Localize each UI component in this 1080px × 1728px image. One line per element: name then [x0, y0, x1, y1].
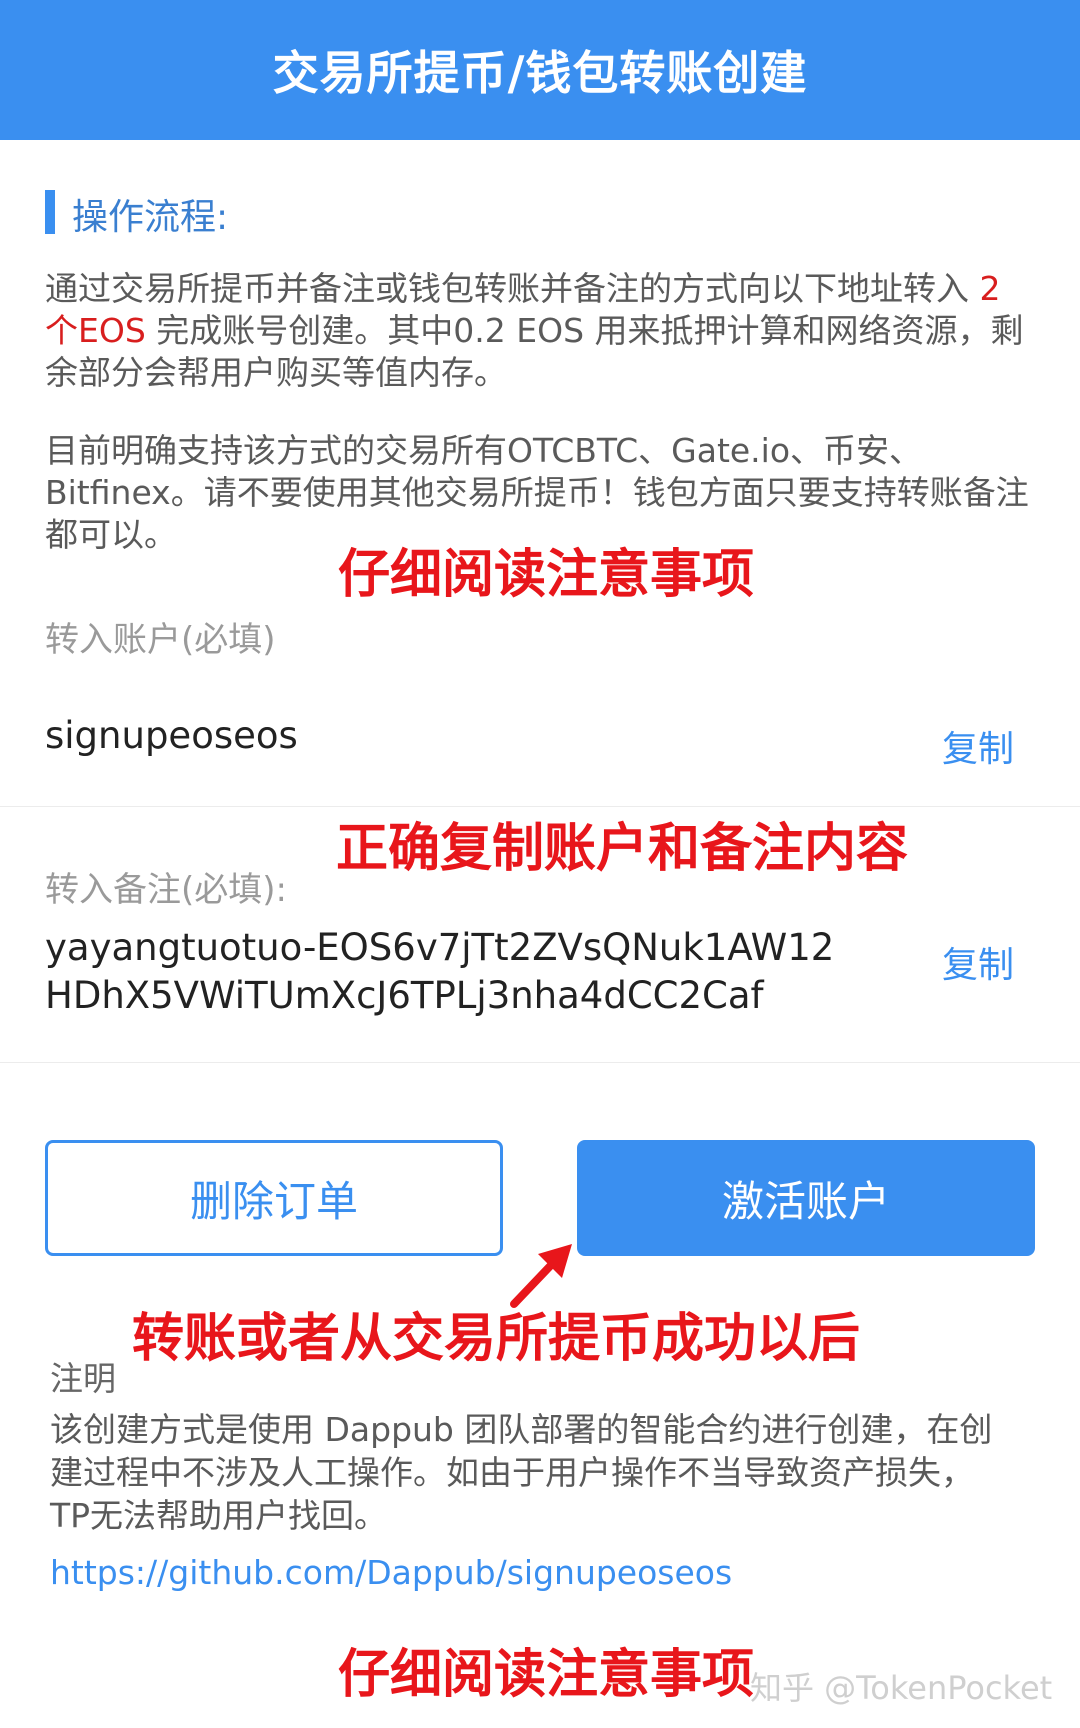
section-accent-bar — [45, 190, 55, 234]
activate-account-button[interactable]: 激活账户 — [577, 1140, 1035, 1256]
account-value: signupeoseos — [45, 714, 298, 757]
delete-order-button[interactable]: 删除订单 — [45, 1140, 503, 1256]
section-title: 操作流程: — [72, 197, 229, 238]
flow-paragraph-1: 通过交易所提币并备注或钱包转账并备注的方式向以下地址转入 2个EOS 完成账号创… — [45, 268, 1030, 394]
flow-text-before: 通过交易所提币并备注或钱包转账并备注的方式向以下地址转入 — [45, 269, 980, 308]
annotation-read-notes-top: 仔细阅读注意事项 — [338, 545, 755, 605]
flow-text-after: 完成账号创建。其中0.2 EOS 用来抵押计算和网络资源，剩余部分会帮用户购买等… — [45, 311, 1024, 392]
watermark-text: 知乎 @TokenPocket — [750, 1669, 1053, 1707]
app-header: 交易所提币/钱包转账创建 — [0, 0, 1080, 140]
annotation-copy-correctly: 正确复制账户和备注内容 — [336, 819, 909, 879]
memo-field-label: 转入备注(必填): — [45, 870, 287, 910]
github-link[interactable]: https://github.com/Dappub/signupeoseos — [50, 1553, 732, 1592]
page-title: 交易所提币/钱包转账创建 — [272, 46, 808, 100]
copy-account-button[interactable]: 复制 — [942, 720, 1014, 772]
note-text: 该创建方式是使用 Dappub 团队部署的智能合约进行创建，在创建过程中不涉及人… — [50, 1410, 993, 1535]
memo-value-line-2: HDhX5VWiTUmXcJ6TPLj3nha4dCC2Caf — [45, 974, 764, 1017]
copy-memo-button[interactable]: 复制 — [942, 936, 1014, 988]
annotation-after-success: 转账或者从交易所提币成功以后 — [132, 1309, 861, 1369]
note-title: 注明 — [50, 1359, 116, 1398]
annotation-read-notes-bottom: 仔细阅读注意事项 — [338, 1645, 755, 1705]
memo-value-line-1: yayangtuotuo-EOS6v7jTt2ZVsQNuk1AW12 — [45, 926, 835, 969]
account-field-label: 转入账户(必填) — [45, 620, 276, 660]
divider — [0, 1062, 1080, 1063]
